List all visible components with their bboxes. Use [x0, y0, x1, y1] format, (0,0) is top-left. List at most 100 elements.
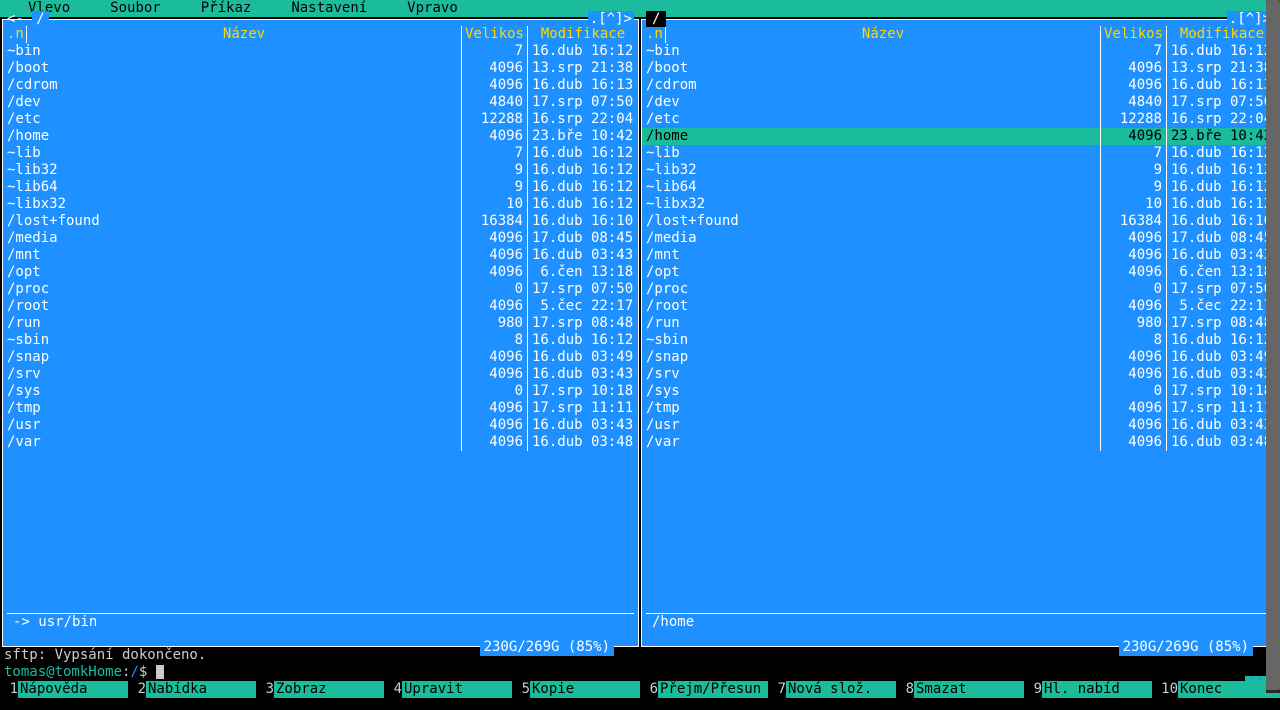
- file-row[interactable]: /usr409616.dub 03:43: [3, 417, 638, 434]
- file-row[interactable]: /boot409613.srp 21:38: [642, 60, 1277, 77]
- file-row[interactable]: /run98017.srp 08:48: [3, 315, 638, 332]
- console-area[interactable]: sftp: Vypsání dokončeno. tomas@tomkHome:…: [0, 647, 1280, 681]
- right-file-list[interactable]: ~bin716.dub 16:12/boot409613.srp 21:38/c…: [642, 43, 1277, 601]
- right-mini-status: /home: [646, 613, 1273, 630]
- scrollbar-track[interactable]: [1266, 0, 1280, 693]
- file-row[interactable]: /run98017.srp 08:48: [642, 315, 1277, 332]
- left-panel-corner[interactable]: .[^]>: [588, 11, 634, 28]
- file-row[interactable]: /tmp409617.srp 11:11: [642, 400, 1277, 417]
- file-row[interactable]: /proc017.srp 07:50: [3, 281, 638, 298]
- file-mtime: 17.dub 08:45: [1167, 230, 1277, 247]
- file-row[interactable]: ~lib64916.dub 16:12: [642, 179, 1277, 196]
- file-row[interactable]: /usr409616.dub 03:43: [642, 417, 1277, 434]
- file-name: ~bin: [642, 43, 1101, 60]
- col-header-name[interactable]: Název: [27, 26, 462, 43]
- file-row[interactable]: ~bin716.dub 16:12: [642, 43, 1277, 60]
- fkey-8[interactable]: 8Smazat: [896, 681, 1024, 698]
- file-size: 7: [1101, 43, 1167, 60]
- file-row[interactable]: /var409616.dub 03:48: [642, 434, 1277, 451]
- col-header-n[interactable]: .n: [3, 26, 27, 43]
- file-row[interactable]: /sys017.srp 10:18: [3, 383, 638, 400]
- file-name: /mnt: [642, 247, 1101, 264]
- file-row[interactable]: /root4096 5.čec 22:17: [3, 298, 638, 315]
- file-name: /var: [642, 434, 1101, 451]
- file-row[interactable]: /home409623.bře 10:42: [3, 128, 638, 145]
- fkey-2[interactable]: 2Nabídka: [128, 681, 256, 698]
- file-row[interactable]: /etc1228816.srp 22:04: [642, 111, 1277, 128]
- file-name: /media: [3, 230, 462, 247]
- scrollbar-thumb[interactable]: [1266, 0, 1280, 690]
- file-size: 9: [462, 162, 528, 179]
- left-file-list[interactable]: ~bin716.dub 16:12/boot409613.srp 21:38/c…: [3, 43, 638, 601]
- file-mtime: 16.dub 16:12: [528, 332, 638, 349]
- file-name: /boot: [3, 60, 462, 77]
- file-row[interactable]: ~lib716.dub 16:12: [3, 145, 638, 162]
- file-row[interactable]: ~lib32916.dub 16:12: [3, 162, 638, 179]
- right-panel[interactable]: / .[^]> .n Název Velikos Modifikace ~bin…: [641, 19, 1278, 647]
- file-row[interactable]: /dev484017.srp 07:50: [3, 94, 638, 111]
- col-header-size[interactable]: Velikos: [1101, 26, 1167, 43]
- fkey-9[interactable]: 9Hl. nabíd: [1024, 681, 1152, 698]
- file-row[interactable]: /srv409616.dub 03:43: [3, 366, 638, 383]
- file-row[interactable]: /opt4096 6.čen 13:18: [642, 264, 1277, 281]
- file-row[interactable]: /lost+found1638416.dub 16:10: [3, 213, 638, 230]
- left-column-headers: .n Název Velikos Modifikace: [3, 26, 638, 43]
- left-panel[interactable]: <- / .[^]> .n Název Velikos Modifikace ~…: [2, 19, 639, 647]
- file-name: /dev: [3, 94, 462, 111]
- file-row[interactable]: ~lib32916.dub 16:12: [642, 162, 1277, 179]
- file-mtime: 16.dub 03:48: [528, 434, 638, 451]
- file-size: 0: [1101, 281, 1167, 298]
- file-row[interactable]: /opt4096 6.čen 13:18: [3, 264, 638, 281]
- file-name: /proc: [3, 281, 462, 298]
- file-row[interactable]: /media409617.dub 08:45: [3, 230, 638, 247]
- file-row[interactable]: /snap409616.dub 03:49: [642, 349, 1277, 366]
- file-row[interactable]: /dev484017.srp 07:50: [642, 94, 1277, 111]
- file-row[interactable]: /tmp409617.srp 11:11: [3, 400, 638, 417]
- file-row[interactable]: ~libx321016.dub 16:12: [3, 196, 638, 213]
- file-row[interactable]: /var409616.dub 03:48: [3, 434, 638, 451]
- file-row[interactable]: /boot409613.srp 21:38: [3, 60, 638, 77]
- col-header-n[interactable]: .n: [642, 26, 666, 43]
- file-row[interactable]: /cdrom409616.dub 16:13: [3, 77, 638, 94]
- file-size: 4096: [1101, 128, 1167, 145]
- file-row[interactable]: /cdrom409616.dub 16:13: [642, 77, 1277, 94]
- file-row[interactable]: ~lib716.dub 16:12: [642, 145, 1277, 162]
- col-header-mtime[interactable]: Modifikace: [528, 26, 638, 43]
- file-row[interactable]: /sys017.srp 10:18: [642, 383, 1277, 400]
- file-row[interactable]: /srv409616.dub 03:43: [642, 366, 1277, 383]
- file-row[interactable]: ~libx321016.dub 16:12: [642, 196, 1277, 213]
- file-name: /usr: [3, 417, 462, 434]
- fkey-7[interactable]: 7Nová slož.: [768, 681, 896, 698]
- file-row[interactable]: ~lib64916.dub 16:12: [3, 179, 638, 196]
- file-row[interactable]: /snap409616.dub 03:49: [3, 349, 638, 366]
- fkey-number: 4: [384, 681, 402, 698]
- fkey-1[interactable]: 1Nápověda: [0, 681, 128, 698]
- fkey-3[interactable]: 3Zobraz: [256, 681, 384, 698]
- file-row[interactable]: /mnt409616.dub 03:43: [642, 247, 1277, 264]
- file-row[interactable]: /proc017.srp 07:50: [642, 281, 1277, 298]
- fkey-10[interactable]: 10Konec: [1152, 681, 1280, 698]
- left-panel-path[interactable]: /: [32, 11, 48, 27]
- file-row[interactable]: ~sbin816.dub 16:12: [642, 332, 1277, 349]
- file-row[interactable]: ~bin716.dub 16:12: [3, 43, 638, 60]
- fkey-number: 6: [640, 681, 658, 698]
- fkey-4[interactable]: 4Upravit: [384, 681, 512, 698]
- col-header-mtime[interactable]: Modifikace: [1167, 26, 1277, 43]
- fkey-5[interactable]: 5Kopie: [512, 681, 640, 698]
- file-row[interactable]: /mnt409616.dub 03:43: [3, 247, 638, 264]
- console-prompt[interactable]: tomas@tomkHome:/$: [4, 664, 1276, 681]
- file-row[interactable]: /media409617.dub 08:45: [642, 230, 1277, 247]
- fkey-6[interactable]: 6Přejm/Přesun: [640, 681, 768, 698]
- file-name: /root: [642, 298, 1101, 315]
- col-header-name[interactable]: Název: [666, 26, 1101, 43]
- file-row[interactable]: /home409623.bře 10:42: [642, 128, 1277, 145]
- file-row[interactable]: /lost+found1638416.dub 16:10: [642, 213, 1277, 230]
- file-size: 4096: [462, 264, 528, 281]
- file-row[interactable]: ~sbin816.dub 16:12: [3, 332, 638, 349]
- col-header-size[interactable]: Velikos: [462, 26, 528, 43]
- right-panel-path[interactable]: /: [646, 11, 666, 27]
- file-row[interactable]: /root4096 5.čec 22:17: [642, 298, 1277, 315]
- file-size: 4096: [462, 434, 528, 451]
- file-mtime: 17.srp 07:50: [1167, 281, 1277, 298]
- file-row[interactable]: /etc1228816.srp 22:04: [3, 111, 638, 128]
